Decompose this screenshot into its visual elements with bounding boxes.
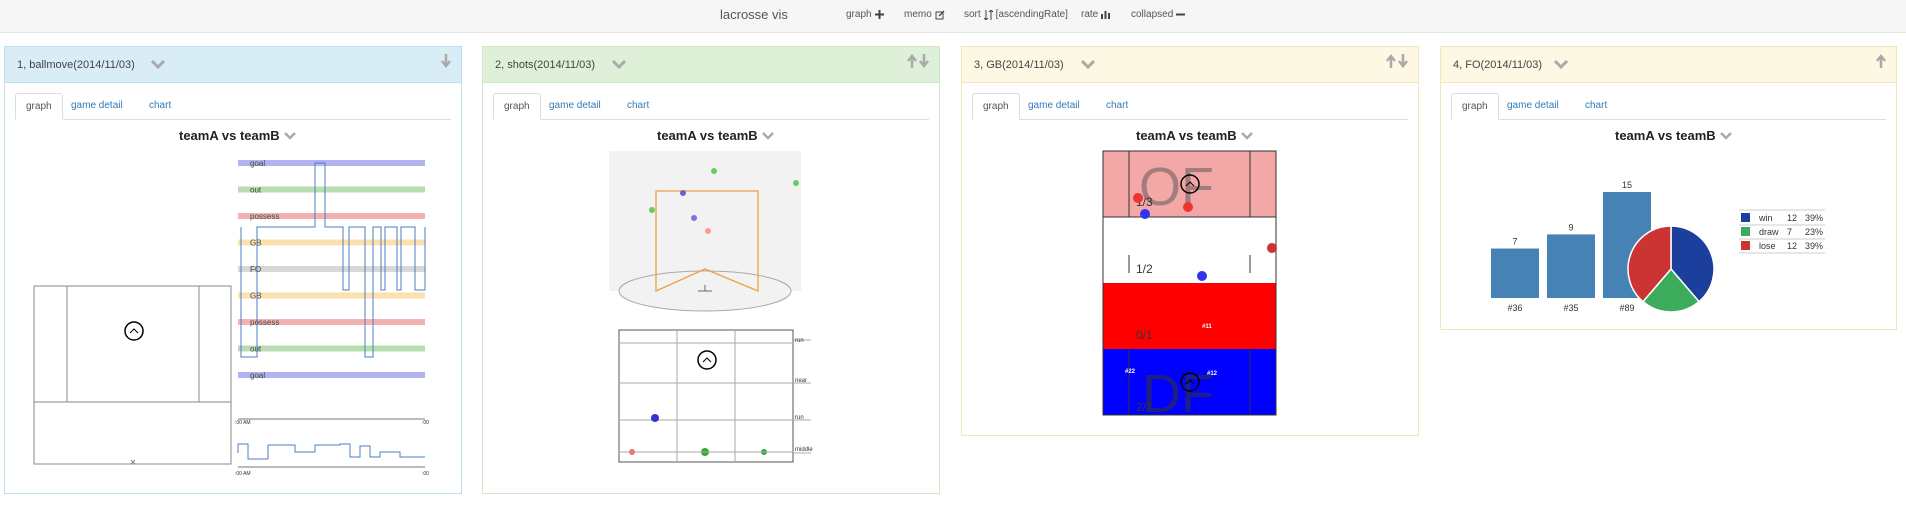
legend-percent: 39% xyxy=(1805,241,1823,251)
top-navbar: lacrosse vis graph memo sort [ascendingR… xyxy=(0,0,1906,33)
sort-menu-label: sort xyxy=(964,9,981,20)
legend-label: draw xyxy=(1759,227,1779,237)
bar-category-label: #89 xyxy=(1619,303,1634,313)
mini-time-end-label: :00 xyxy=(422,471,429,477)
legend-percent: 23% xyxy=(1805,227,1823,237)
bar-chart-icon xyxy=(1101,11,1111,19)
bar-category-label: #35 xyxy=(1563,303,1578,313)
fraction-red: 0/1 xyxy=(1136,328,1153,342)
sort-mode-label: [ascendingRate] xyxy=(995,9,1068,20)
memo-menu-label: memo xyxy=(904,9,932,20)
field-diagram xyxy=(33,285,232,465)
bar-category-label: #36 xyxy=(1507,303,1522,313)
app-title: lacrosse vis xyxy=(720,7,788,22)
timeline-row-label: possess xyxy=(250,212,279,221)
bar-value-label: 7 xyxy=(1512,237,1517,247)
df-label: DF xyxy=(1142,364,1214,424)
bar-value-label: 15 xyxy=(1622,180,1632,190)
panel-gb: 3, GB(2014/11/03) graph game detail char… xyxy=(961,46,1419,436)
timeline-row-label: GB xyxy=(250,292,262,301)
fraction-df: 2/7 xyxy=(1136,400,1153,414)
legend-value: 12 xyxy=(1787,241,1797,251)
time-end-label: :00 xyxy=(422,420,429,426)
sort-icon xyxy=(983,9,993,20)
rate-menu-label: rate xyxy=(1081,9,1099,20)
zone-grid: run near run middle xyxy=(618,329,813,463)
timeline-row-band xyxy=(238,292,425,299)
ballmove-graph: goal out possess GB FO GB possess out goal :00 A… xyxy=(33,159,429,477)
zone-label-2: near xyxy=(795,378,807,384)
gb-field: OF DF 1/3 1/2 0/1 2/7 #11 #22 #12 xyxy=(1102,150,1277,424)
legend-label: win xyxy=(1758,213,1773,223)
fraction-mid: 1/2 xyxy=(1136,262,1153,276)
bar-value-label: 9 xyxy=(1568,222,1573,232)
timeline-row-label: FO xyxy=(250,265,261,274)
player-tag-2: #22 xyxy=(1125,369,1136,375)
timeline-row-band xyxy=(238,345,425,352)
collapsed-menu-label: collapsed xyxy=(1131,9,1174,20)
sort-menu[interactable]: sort [ascendingRate] xyxy=(964,9,1068,20)
mini-timeline: :00 AM :00 xyxy=(235,443,429,477)
plus-icon xyxy=(874,10,884,19)
timeline-row-label: possess xyxy=(250,318,279,327)
legend-swatch xyxy=(1741,241,1750,250)
timeline-row-band xyxy=(238,372,425,378)
player-tag-1: #11 xyxy=(1202,324,1212,330)
pie-legend: win 12 39% draw 7 23% lose 12 39% xyxy=(1739,209,1825,254)
timeline-row-label: out xyxy=(250,186,262,195)
panel-ballmove: 1, ballmove(2014/11/03) graph game detai… xyxy=(4,46,462,494)
memo-menu[interactable]: memo xyxy=(904,9,945,20)
bar xyxy=(1547,234,1595,298)
legend-label: lose xyxy=(1759,241,1776,251)
player-tag-3: #12 xyxy=(1207,371,1218,377)
bar-chart: 7 #36 9 #35 15 #89 xyxy=(1491,180,1651,313)
edit-icon xyxy=(935,10,945,19)
bar xyxy=(1491,248,1539,298)
time-start-label: :00 AM xyxy=(235,420,251,426)
graph-menu-label: graph xyxy=(846,9,872,20)
zone-label-1: run xyxy=(795,338,804,344)
legend-swatch xyxy=(1741,213,1750,222)
minus-icon xyxy=(1176,13,1186,16)
panel-shots: 2, shots(2014/11/03) graph game detail c… xyxy=(482,46,940,494)
rate-menu[interactable]: rate xyxy=(1081,9,1111,20)
goal-diagram xyxy=(609,151,801,312)
timeline-row-band xyxy=(238,186,425,193)
timeline-row-label: goal xyxy=(250,159,265,168)
timeline-row-label: goal xyxy=(250,371,265,380)
shots-graph: run near run middle xyxy=(609,151,813,463)
collapsed-menu[interactable]: collapsed xyxy=(1131,9,1186,20)
legend-swatch xyxy=(1741,227,1750,236)
timeline-row-label: out xyxy=(250,345,262,354)
timeline-row-band xyxy=(238,160,425,166)
legend-percent: 39% xyxy=(1805,213,1823,223)
fo-chart: 7 #36 9 #35 15 #89 win 12 39% draw 7 23% lose 12 39% xyxy=(1491,180,1825,313)
pie-chart xyxy=(1627,225,1715,313)
timeline-row-label: GB xyxy=(250,239,262,248)
graph-menu[interactable]: graph xyxy=(846,9,884,20)
zone-label-4: middle xyxy=(795,447,813,453)
legend-value: 12 xyxy=(1787,213,1797,223)
gb-field-graph: OF DF 1/3 1/2 0/1 2/7 #11 #22 #12 xyxy=(1102,150,1277,424)
mini-time-start-label: :00 AM xyxy=(235,471,251,477)
panel-fo: 4, FO(2014/11/03) graph game detail char… xyxy=(1440,46,1897,330)
zone-label-3: run xyxy=(795,415,804,421)
legend-value: 7 xyxy=(1787,227,1792,237)
